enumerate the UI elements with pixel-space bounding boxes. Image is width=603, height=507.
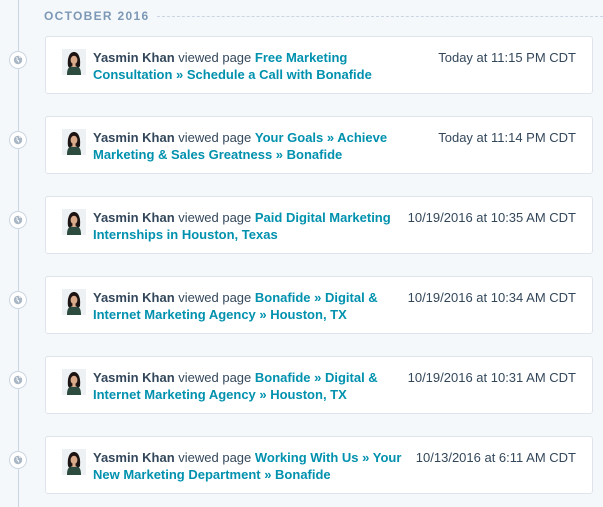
event-timestamp: 10/19/2016 at 10:34 AM CDT [407, 290, 576, 305]
avatar [62, 369, 86, 395]
globe-icon [9, 131, 27, 149]
contact-name[interactable]: Yasmin Khan [93, 370, 175, 385]
event-description: Yasmin Khan viewed page Working With Us … [93, 449, 411, 483]
event-card: Yasmin Khan viewed page Free Marketing C… [45, 36, 593, 94]
timeline-event: Yasmin Khan viewed page Your Goals » Ach… [0, 116, 603, 174]
contact-name[interactable]: Yasmin Khan [93, 130, 175, 145]
avatar [62, 209, 86, 235]
globe-icon [9, 51, 27, 69]
globe-icon [9, 291, 27, 309]
event-card: Yasmin Khan viewed page Bonafide » Digit… [45, 276, 593, 334]
month-label: OCTOBER 2016 [44, 9, 150, 23]
contact-name[interactable]: Yasmin Khan [93, 290, 175, 305]
event-action: viewed page [178, 370, 252, 385]
avatar [62, 129, 86, 155]
timeline-event: Yasmin Khan viewed page Bonafide » Digit… [0, 276, 603, 334]
event-card: Yasmin Khan viewed page Your Goals » Ach… [45, 116, 593, 174]
contact-name[interactable]: Yasmin Khan [93, 450, 175, 465]
event-card: Yasmin Khan viewed page Working With Us … [45, 436, 593, 494]
event-action: viewed page [178, 290, 252, 305]
timeline-event: Yasmin Khan viewed page Bonafide » Digit… [0, 356, 603, 414]
avatar [62, 449, 86, 475]
avatar [62, 49, 86, 75]
globe-icon [9, 211, 27, 229]
event-description: Yasmin Khan viewed page Bonafide » Digit… [93, 289, 411, 323]
month-divider [157, 15, 603, 17]
globe-icon [9, 451, 27, 469]
event-action: viewed page [178, 450, 252, 465]
globe-icon [9, 371, 27, 389]
avatar [62, 289, 86, 315]
timeline-event: Yasmin Khan viewed page Free Marketing C… [0, 36, 603, 94]
month-header: OCTOBER 2016 [44, 8, 603, 24]
event-action: viewed page [178, 50, 252, 65]
event-action: viewed page [178, 130, 252, 145]
event-timestamp: 10/13/2016 at 6:11 AM CDT [415, 450, 576, 465]
event-description: Yasmin Khan viewed page Your Goals » Ach… [93, 129, 411, 163]
event-timestamp: Today at 11:15 PM CDT [438, 50, 576, 65]
timeline-event: Yasmin Khan viewed page Paid Digital Mar… [0, 196, 603, 254]
event-description: Yasmin Khan viewed page Bonafide » Digit… [93, 369, 411, 403]
event-description: Yasmin Khan viewed page Free Marketing C… [93, 49, 411, 83]
contact-name[interactable]: Yasmin Khan [93, 50, 175, 65]
event-card: Yasmin Khan viewed page Bonafide » Digit… [45, 356, 593, 414]
event-timestamp: Today at 11:14 PM CDT [438, 130, 576, 145]
timeline-event: Yasmin Khan viewed page Working With Us … [0, 436, 603, 494]
contact-name[interactable]: Yasmin Khan [93, 210, 175, 225]
event-timestamp: 10/19/2016 at 10:35 AM CDT [407, 210, 576, 225]
event-action: viewed page [178, 210, 252, 225]
event-description: Yasmin Khan viewed page Paid Digital Mar… [93, 209, 411, 243]
event-card: Yasmin Khan viewed page Paid Digital Mar… [45, 196, 593, 254]
event-timestamp: 10/19/2016 at 10:31 AM CDT [407, 370, 576, 385]
